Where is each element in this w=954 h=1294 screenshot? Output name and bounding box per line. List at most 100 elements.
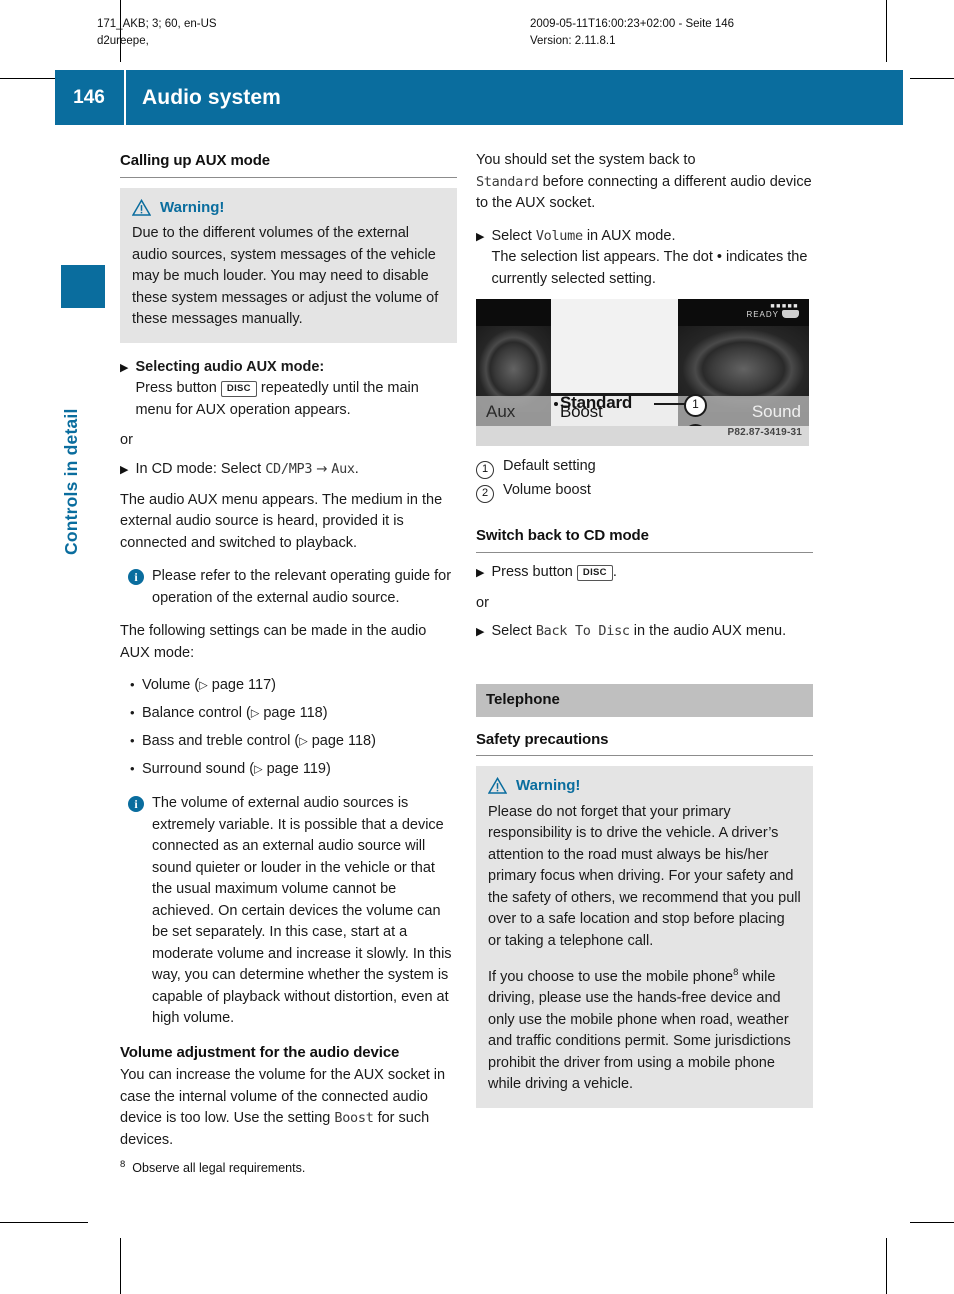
illustration-legend: 1 Default setting 2 Volume boost [476,456,813,503]
step-cd-mode-select-aux: ▶ In CD mode: Select CD/MP3 → Aux. [120,459,457,481]
signal-bars-icon: ■■■■■ [770,303,799,310]
warning-title-text: Warning! [160,198,225,216]
ui-string-cd-mp3[interactable]: CD/MP3 [265,461,312,477]
page-reference[interactable]: (▷ page 118) [294,733,376,749]
crop-mark-bottom-left-vertical [120,1238,121,1294]
step-body: Selecting audio AUX mode: Press button D… [135,357,457,422]
page-title: Audio system [142,85,281,109]
heading-safety-precautions: Safety precautions [476,729,813,756]
info-note-text: Please refer to the relevant operating g… [152,568,452,606]
warning-body-para-1: Please do not forget that your primary r… [488,803,801,949]
menu-option-boost[interactable]: Boost [560,401,603,423]
para-settings-intro: The following settings can be made in th… [120,623,427,661]
left-column: Calling up AUX mode Warning! Due to the … [120,150,457,1162]
selected-option-dot [554,402,558,406]
disc-button-key[interactable]: DISC [576,564,613,581]
chapter-tab-marker [61,265,105,308]
list-item: Surround sound (▷ page 119) [130,758,457,781]
para-volume-adjustment: You can increase the volume for the AUX … [120,1065,457,1151]
page-footnote: 8 Observe all legal requirements. [120,1157,460,1176]
legend-item: 2 Volume boost [476,480,813,503]
step-arrow-icon: ▶ [476,626,485,638]
para-set-back-to-standard: You should set the system back to Standar… [476,150,813,215]
right-column: You should set the system back to Standar… [476,150,813,1122]
step-body: Select Volume in AUX mode. The selection… [491,226,813,291]
legend-text-1: Default setting [503,458,596,474]
info-icon: i [128,796,144,812]
step-press-disc-button: ▶ Press button DISC. [476,562,813,584]
illustration-image-id: P82.87-3419-31 [727,426,802,438]
info-icon: i [128,569,144,585]
setting-label: Volume [142,677,191,693]
step-prefix: Select [491,227,532,244]
setting-label: Balance control [142,705,242,721]
list-item: Balance control (▷ page 118) [130,702,457,725]
step-arrow-icon: ▶ [120,361,129,374]
page-ref-text: page 118 [311,733,372,749]
ui-string-back-to-disc[interactable]: Back To Disc [536,623,630,639]
footnote-marker: 8 [120,1159,126,1170]
step-prefix: Press button [491,563,573,580]
step-suffix: . [612,563,617,580]
ready-status-text: READY [746,310,779,319]
warning-title-text: Warning! [516,777,581,794]
ui-string-volume[interactable]: Volume [536,228,583,244]
page-reference[interactable]: (▷ page 117) [194,677,276,693]
warning-body-text: Due to the different volumes of the exte… [132,225,439,327]
arrow-right-icon: → [316,460,328,477]
head-unit-illustration: ■■■■■ READY Standard Boost Aux Sound 1 2… [476,299,809,446]
para-standard-part1: You should set the system back to [476,152,696,168]
print-meta-right-line1: 2009-05-11T16:00:23+02:00 - Seite 146 [530,18,735,30]
softkey-sound[interactable]: Sound [752,401,801,423]
step-arrow-icon: ▶ [476,230,485,243]
footnote-marker-inline: 8 [733,967,739,978]
step-select-volume: ▶ Select Volume in AUX mode. The selecti… [476,226,813,291]
disc-button-key[interactable]: DISC [220,381,257,397]
info-note-external-volume: i The volume of external audio sources i… [128,793,457,1030]
softkey-aux[interactable]: Aux [486,401,515,423]
warning-triangle-icon [131,198,152,216]
step-arrow-icon: ▶ [120,463,129,476]
footnote-text: Observe all legal requirements. [132,1161,306,1176]
crop-mark-top-right-horizontal [910,78,954,79]
page-ref-text: page 118 [263,705,323,721]
warning-para2-after: while driving, please use the hands-free… [488,968,791,1093]
ui-string-standard[interactable]: Standard [476,174,539,190]
chapter-tab-label: Controls in detail [61,408,81,555]
step-prefix: In CD mode: Select [135,460,262,477]
warning-box-aux-volumes: Warning! Due to the different volumes of… [120,187,457,343]
step-suffix: in AUX mode. [586,227,676,244]
legend-item: 1 Default setting [476,456,813,479]
legend-text-2: Volume boost [503,481,591,498]
step-text-before-key: Press button [135,380,217,396]
crop-mark-bottom-left-horizontal [0,1222,88,1223]
header-divider [124,70,126,125]
step-bold-label: Selecting audio AUX mode: [135,358,325,375]
or-separator-right: or [476,594,489,611]
print-meta-left: 171_AKB; 3; 60, en-US d2ureepe, [97,16,217,50]
step-suffix: in the audio AUX menu. [633,623,787,639]
legend-number-1: 1 [476,461,494,479]
step-select-back-to-disc: ▶ Select Back To Disc in the audio AUX m… [476,621,813,643]
step-body: In CD mode: Select CD/MP3 → Aux. [135,459,457,481]
page-ref-triangle-icon: ▷ [299,735,308,748]
or-separator-left: or [120,432,133,448]
ui-string-boost[interactable]: Boost [334,1110,373,1126]
page-ref-triangle-icon: ▷ [254,763,263,776]
print-meta-right: 2009-05-11T16:00:23+02:00 - Seite 146 Ver… [530,16,734,50]
crop-mark-bottom-right-horizontal [910,1222,954,1223]
heading-calling-up-aux-mode: Calling up AUX mode [120,150,457,178]
page-ref-triangle-icon: ▷ [250,707,260,720]
page-reference[interactable]: (▷ page 119) [249,761,331,777]
ui-string-aux[interactable]: Aux [331,461,355,477]
step-arrow-icon: ▶ [476,566,485,579]
warning-body-para-2: If you choose to use the mobile phone8 w… [488,962,801,1096]
page-header-band: 146 Audio system [55,70,903,125]
step-sub-text: The selection list appears. The dot • in… [491,249,808,287]
step-body: Select Back To Disc in the audio AUX men… [491,621,813,643]
page-reference[interactable]: (▷ page 118) [246,705,328,721]
heading-volume-adjustment: Volume adjustment for the audio device [120,1043,400,1061]
warning-title-row: Warning! [487,775,801,797]
